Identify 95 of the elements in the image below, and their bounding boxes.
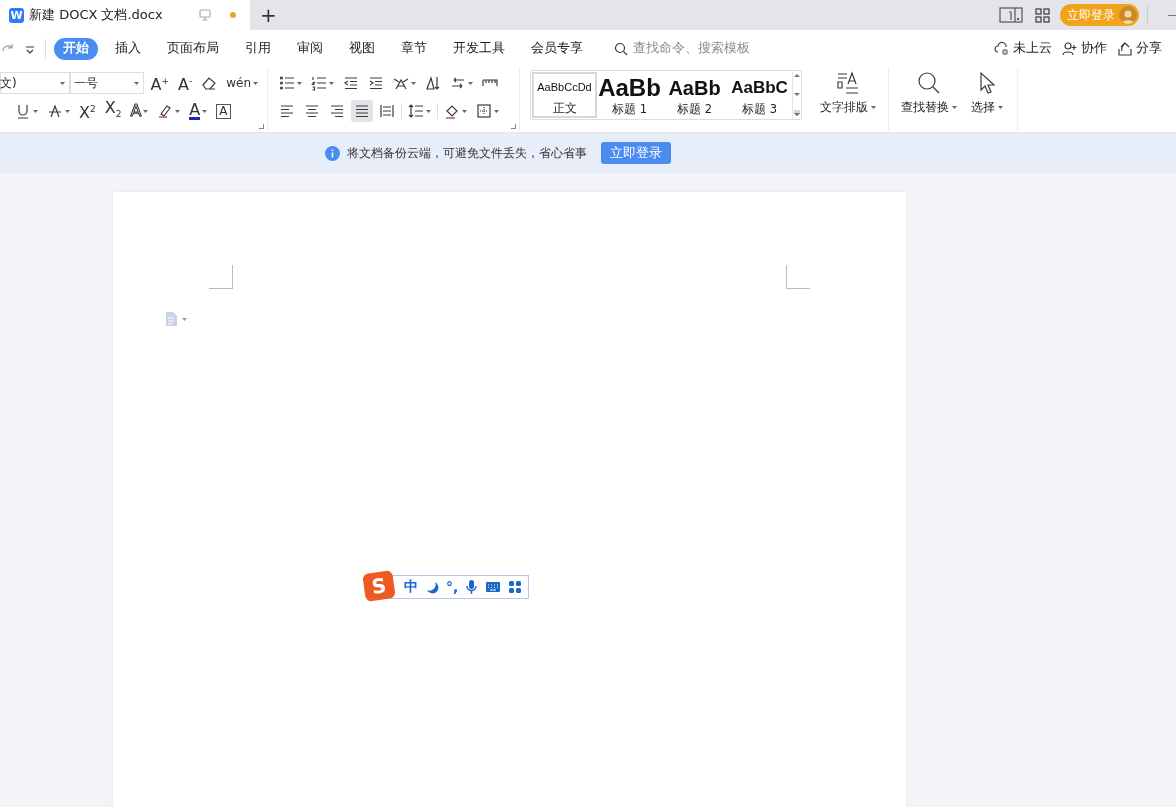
caret-icon <box>462 109 467 113</box>
grow-font-button[interactable]: A$^{+}$ <box>147 72 172 94</box>
font-name-dropdown[interactable]: 文) <box>0 72 71 94</box>
ribbon-tab[interactable]: 视图 <box>340 37 384 60</box>
add-user-icon <box>1062 41 1077 56</box>
notice-text: 将文档备份云端，可避免文件丢失，省心省事 <box>347 144 587 162</box>
justify-icon <box>354 103 370 119</box>
input-mode-toggle[interactable]: 中 <box>404 578 418 596</box>
superscript-button[interactable]: X$^{2}$ <box>76 100 99 122</box>
distribute-icon <box>379 103 395 119</box>
select-button[interactable]: 选择 <box>967 67 1007 131</box>
ribbon-tab[interactable]: 页面布局 <box>158 37 228 60</box>
find-replace-button[interactable]: 查找替换 <box>897 67 961 131</box>
document-tab-title[interactable]: 新建 DOCX 文档.docx <box>29 6 194 24</box>
ribbon-tab[interactable]: 开发工具 <box>444 37 514 60</box>
strikethrough-icon <box>47 103 63 119</box>
eraser-icon <box>201 75 218 91</box>
caret-icon <box>182 317 187 321</box>
minimize-icon[interactable] <box>1168 14 1176 16</box>
caret-icon <box>253 81 258 85</box>
return-arrows-icon <box>450 75 466 91</box>
text-layout-icon <box>836 71 860 95</box>
caret-icon <box>426 109 431 113</box>
apps-grid-icon <box>508 580 523 594</box>
document-icon <box>165 311 178 327</box>
caret-icon <box>998 106 1003 109</box>
caret-icon <box>411 81 416 85</box>
avatar-icon <box>1119 6 1137 24</box>
monitor-icon <box>199 9 211 21</box>
shrink-font-button[interactable]: A$^{-}$ <box>175 72 196 94</box>
toolbar-action[interactable]: 未上云 <box>994 40 1052 57</box>
caret-icon <box>468 81 473 85</box>
caret-icon <box>134 81 140 85</box>
toolbar-action[interactable]: 分享 <box>1117 40 1162 57</box>
search-field[interactable]: 查找命令、搜索模板 <box>633 40 750 57</box>
ribbon-tab[interactable]: 插入 <box>106 37 150 60</box>
text-layout-button[interactable]: 文字排版 <box>816 67 880 131</box>
sort-icon <box>425 75 441 91</box>
info-icon <box>325 145 340 161</box>
align-left-icon <box>279 103 295 119</box>
reading-layout-icon <box>999 6 1023 24</box>
caret-icon <box>33 109 38 113</box>
indent-icon <box>368 75 384 91</box>
caret-icon <box>143 109 149 113</box>
ribbon-tab[interactable]: 引用 <box>236 37 280 60</box>
cloud-icon <box>994 41 1009 56</box>
underline-icon <box>15 103 31 119</box>
caret-icon <box>25 43 35 54</box>
new-tab-button[interactable]: + <box>260 5 274 25</box>
microphone-icon <box>465 579 479 595</box>
quick-access-menu[interactable] <box>25 43 35 54</box>
ribbon-tab[interactable]: 会员专享 <box>522 37 592 60</box>
style-option[interactable]: AaBbC 标题 3 <box>727 72 792 118</box>
caret-icon <box>202 109 208 113</box>
share-icon <box>1117 41 1132 56</box>
search-icon <box>614 41 628 56</box>
caret-icon <box>175 109 181 113</box>
caret-icon <box>871 106 876 109</box>
text-effects-button[interactable]: A <box>127 100 152 122</box>
margin-corner-mark <box>209 265 233 289</box>
caret-icon <box>952 106 957 109</box>
expand-icon <box>794 110 800 117</box>
bullet-list-icon <box>279 75 295 91</box>
caret-icon <box>60 81 66 85</box>
align-right-icon <box>329 103 345 119</box>
line-spacing-icon <box>408 103 424 119</box>
style-option[interactable]: AaBb 标题 2 <box>662 72 727 118</box>
margin-corner-mark <box>786 265 810 289</box>
keyboard-icon <box>485 580 502 594</box>
app-logo: W <box>9 7 24 23</box>
align-center-icon <box>304 103 320 119</box>
grid-icon <box>1035 7 1050 23</box>
style-option[interactable]: AaBb 标题 1 <box>597 72 662 118</box>
caret-icon <box>329 81 334 85</box>
alignment-button[interactable] <box>351 100 373 122</box>
caret-icon <box>494 109 499 113</box>
ribbon-tab[interactable]: 章节 <box>392 37 436 60</box>
caret-icon <box>297 81 302 85</box>
search-icon <box>917 71 941 95</box>
punctuation-toggle[interactable]: °, <box>446 579 459 595</box>
moon-icon <box>425 580 439 594</box>
numbered-list-icon <box>311 75 327 91</box>
font-color-button[interactable]: A <box>186 100 211 122</box>
paint-bucket-icon <box>444 103 460 119</box>
toolbar-action[interactable]: 协作 <box>1062 40 1107 57</box>
font-size-dropdown[interactable]: 一号 <box>70 72 145 94</box>
scroll-up-icon <box>794 73 800 78</box>
ribbon-tab[interactable]: 审阅 <box>288 37 332 60</box>
caret-icon <box>65 109 70 113</box>
scroll-down-icon <box>794 91 800 97</box>
borders-icon <box>476 103 492 119</box>
subscript-button[interactable]: X$_{2}$ <box>101 100 125 122</box>
style-option[interactable]: AaBbCcDd 正文 <box>532 72 597 118</box>
phonetic-guide-button[interactable]: wén <box>223 72 261 94</box>
outdent-icon <box>343 75 359 91</box>
